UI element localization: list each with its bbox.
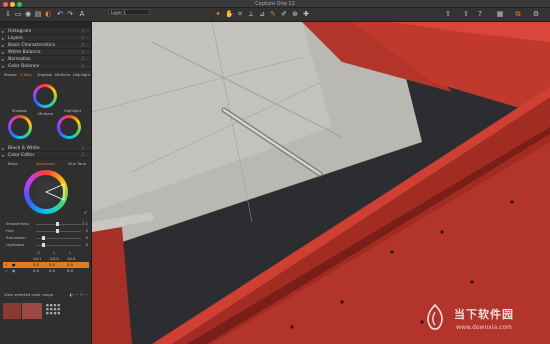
color-readout: ■ ■ ■ ■ ■ ■ ■ ■ ■ ■ ■ ■ — [46, 303, 61, 315]
tab-highlight[interactable]: Highlight — [73, 72, 90, 78]
tab-basic[interactable]: Basic — [8, 161, 18, 167]
highlight-wheel[interactable] — [57, 115, 81, 139]
color-editor-wheel[interactable] — [24, 170, 68, 214]
crop-icon[interactable]: ⌗ — [236, 10, 244, 19]
table-row[interactable]: ✓ ● 0.0 0.0 0.0 — [3, 268, 89, 274]
section-black-white[interactable]: ▸ Black & White? ⋯ — [0, 145, 91, 152]
section-histogram[interactable]: ▸ Histogram? ⋯ — [0, 28, 91, 35]
image-viewer[interactable]: 当下软件园 www.downxia.com — [92, 22, 550, 344]
settings-icon[interactable]: ⚙ — [532, 10, 540, 19]
tab-shadow[interactable]: Shadow — [37, 72, 52, 78]
tools-panel: ▸ Histogram? ⋯ ▸ Layers? ⋯ ▸ Basic Characte… — [0, 22, 92, 344]
range-tools-icon[interactable]: ◐ ⋯ ＋ ⋯ — [70, 292, 88, 298]
selection-wedge[interactable] — [24, 170, 68, 214]
picker-icon[interactable]: ✐ — [280, 10, 288, 19]
copy-icon[interactable]: ⧉ — [514, 10, 522, 19]
text-icon[interactable]: A — [78, 10, 86, 19]
section-basic[interactable]: ▸ Basic Characteristics? ⋯ — [0, 42, 91, 49]
tab-advanced[interactable]: Advanced — [36, 161, 55, 167]
cursor-icon[interactable]: ✦ — [214, 10, 222, 19]
lightness-slider[interactable]: Lightness 0 — [6, 242, 88, 248]
library-icon[interactable]: ▤ — [34, 10, 42, 19]
tab-midtone[interactable]: Midtone — [55, 72, 70, 78]
check-icon[interactable]: ✓ — [5, 268, 8, 274]
shadow-wheel[interactable] — [8, 115, 32, 139]
section-color-editor[interactable]: ▾ Color Editor? ⋯ — [0, 152, 91, 159]
heal-icon[interactable]: ✚ — [302, 10, 310, 19]
straighten-icon[interactable]: ⟂ — [247, 10, 255, 19]
tab-master[interactable]: Master — [4, 72, 17, 78]
photo — [92, 22, 550, 344]
midtone-wheel[interactable] — [33, 84, 57, 108]
section-color-balance[interactable]: ▾ Color Balance? ⋯ — [0, 63, 91, 70]
watermark-name: 当下软件园 — [454, 308, 514, 321]
before-swatch — [3, 303, 21, 319]
watermark-url: www.downxia.com — [456, 324, 512, 331]
grid-icon[interactable]: ▦ — [496, 10, 504, 19]
redo-icon[interactable]: ↷ — [66, 10, 74, 19]
help-icon[interactable]: ? — [476, 10, 484, 19]
saturation-slider[interactable]: Saturation 0 — [6, 235, 88, 241]
import-icon[interactable]: ⇩ — [4, 10, 12, 19]
toolbar: ⇩ ▭ ◉ ▤ ◐ ↶ ↷ A ✦ ✋ ⌗ ⟂ ⊿ ✎ ✐ ⊕ ✚ ⇪ ⇧ ? … — [0, 8, 550, 22]
folder-icon[interactable]: ▭ — [14, 10, 22, 19]
capture-icon[interactable]: ◉ — [24, 10, 32, 19]
view-range-label: View selected color range — [4, 292, 54, 297]
adjust-icon[interactable]: ◐ — [44, 10, 52, 19]
view-range-row: View selected color range ◐ ⋯ ＋ ⋯ — [4, 292, 88, 298]
shadow-label: Shadow — [12, 108, 27, 113]
color-balance-tabs: Master 3-Way Shadow Midtone Highlight — [0, 72, 91, 78]
watermark: 当下软件园 www.downxia.com — [424, 304, 544, 338]
color-editor-tabs: Basic Advanced Skin Tone — [0, 161, 91, 167]
section-layers[interactable]: ▸ Layers? ⋯ — [0, 35, 91, 42]
title-bar: Capture One 12 — [0, 0, 550, 8]
undo-icon[interactable]: ↶ — [56, 10, 64, 19]
window-title: Capture One 12 — [255, 1, 295, 7]
watermark-logo-icon — [427, 304, 443, 330]
clone-icon[interactable]: ⊕ — [291, 10, 299, 19]
highlight-label: Highlight — [64, 108, 82, 113]
layer-select[interactable]: Layer 1 — [108, 9, 150, 15]
midtone-label: Midtone — [38, 111, 54, 116]
export-icon[interactable]: ⇪ — [444, 10, 452, 19]
after-swatch — [22, 303, 42, 319]
smoothness-slider[interactable]: Smoothness 2.1 — [6, 221, 88, 227]
section-normalize[interactable]: ▸ Normalize? ⋯ — [0, 56, 91, 63]
color-dot-icon: ● — [12, 268, 16, 273]
app-window: Capture One 12 ⇩ ▭ ◉ ▤ ◐ ↶ ↷ A ✦ ✋ ⌗ ⟂ ⊿… — [0, 0, 550, 344]
hue-slider[interactable]: Hue 0 — [6, 228, 88, 234]
picker-icon[interactable]: ✐ — [84, 210, 87, 215]
share-icon[interactable]: ⇧ — [462, 10, 470, 19]
pan-icon[interactable]: ✋ — [225, 10, 234, 19]
brush-icon[interactable]: ✎ — [269, 10, 277, 19]
tab-3way[interactable]: 3-Way — [20, 72, 32, 78]
section-white-balance[interactable]: ▸ White Balance? ⋯ — [0, 49, 91, 56]
tab-skin-tone[interactable]: Skin Tone — [68, 161, 86, 167]
keystone-icon[interactable]: ⊿ — [258, 10, 266, 19]
